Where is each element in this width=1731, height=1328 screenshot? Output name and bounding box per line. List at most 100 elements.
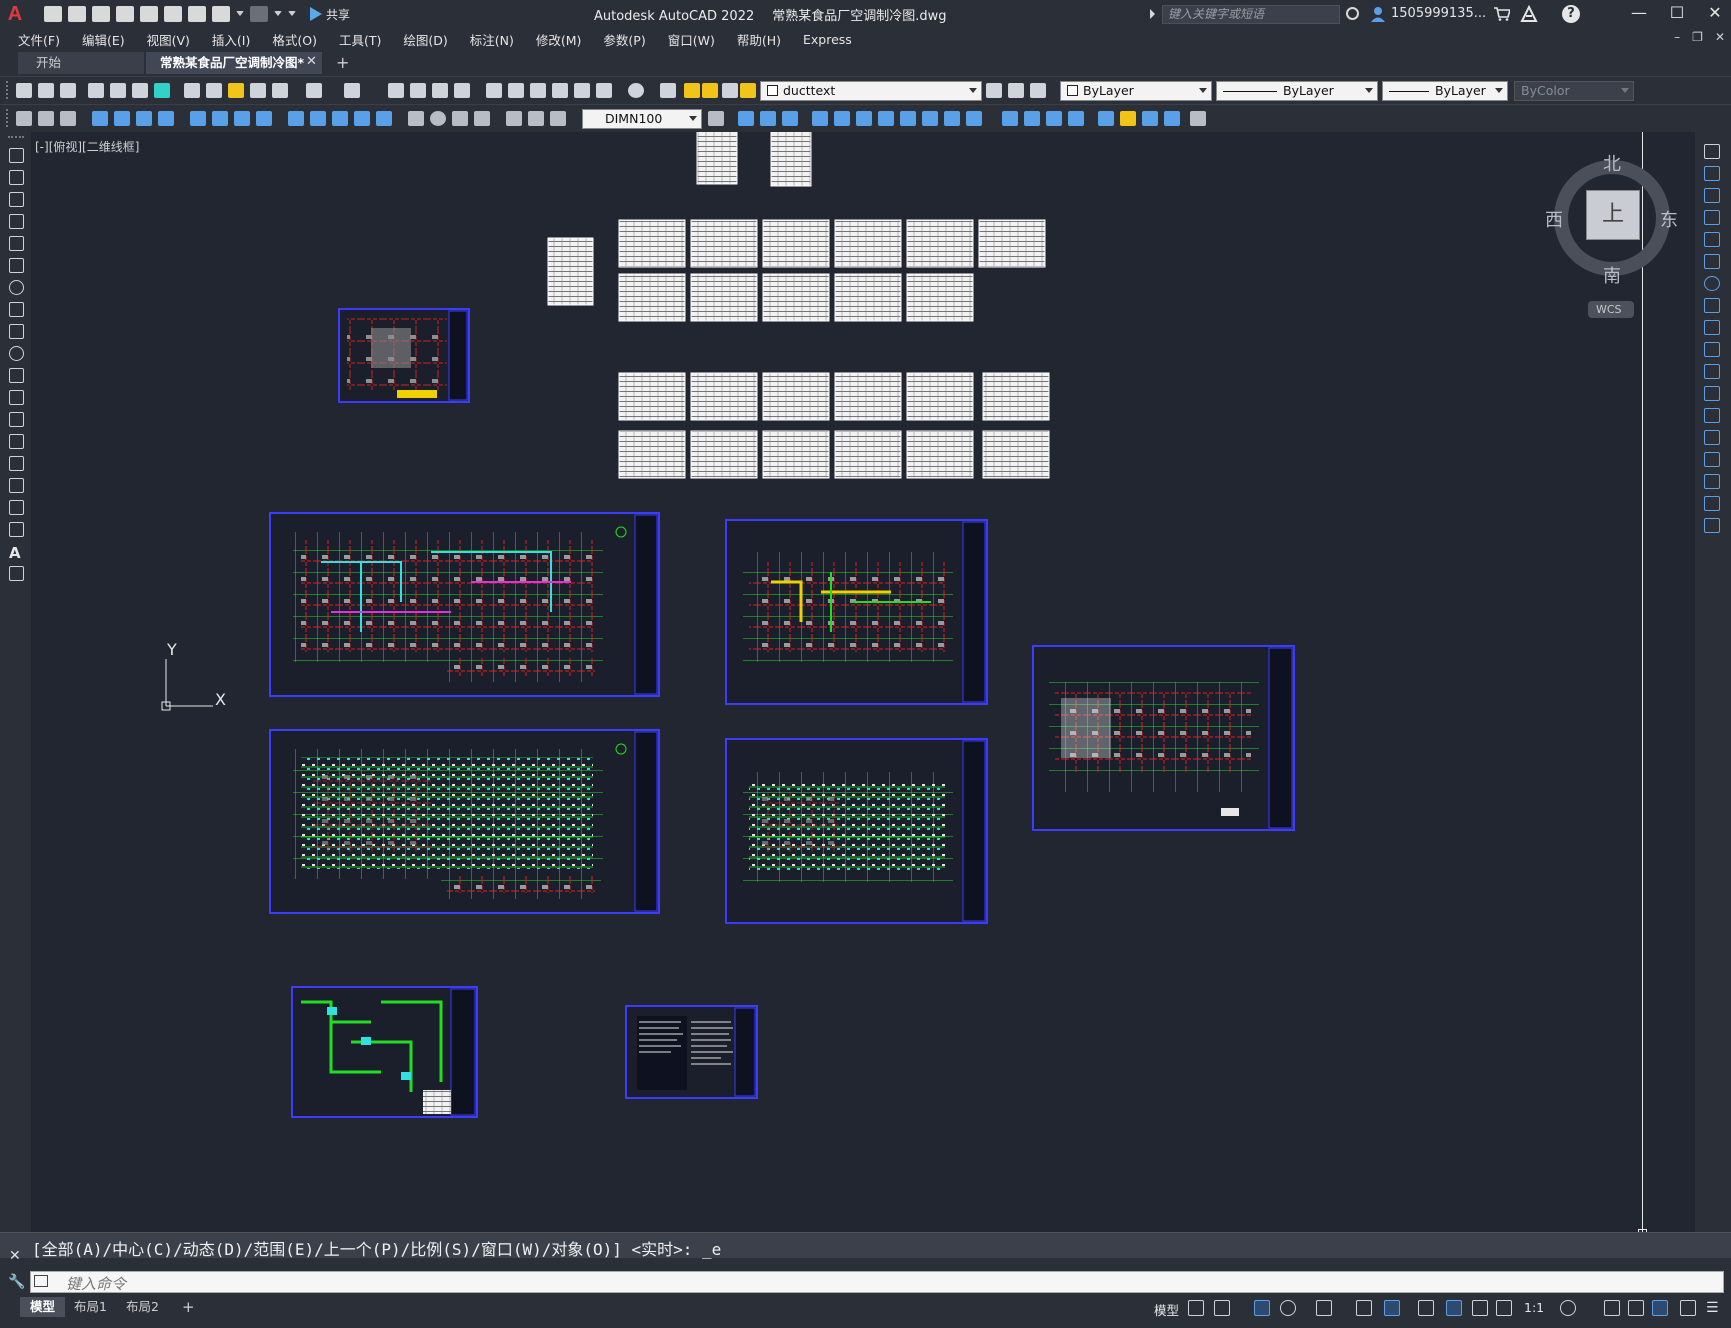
break-object-icon[interactable] [1704, 408, 1720, 423]
group-icon[interactable] [1098, 111, 1114, 126]
undo-icon[interactable] [212, 6, 230, 22]
design-center-icon[interactable] [508, 83, 524, 98]
menu-view[interactable]: 视图(V) [147, 30, 190, 49]
menu-file[interactable]: 文件(F) [18, 30, 60, 49]
join-object-icon[interactable] [1704, 430, 1720, 445]
menu-help[interactable]: 帮助(H) [737, 30, 781, 49]
ortho-icon[interactable] [1254, 1300, 1270, 1316]
help-icon[interactable] [628, 83, 644, 98]
layer-state-icon[interactable] [1030, 83, 1046, 98]
layer-on-icon[interactable] [684, 83, 700, 98]
polar-tracking-icon[interactable] [1280, 1300, 1296, 1316]
ordinate-dim-icon[interactable] [158, 111, 174, 126]
autodesk-app-icon[interactable] [1520, 5, 1538, 23]
dim-style-icon[interactable] [16, 111, 32, 126]
array-icon[interactable] [812, 111, 828, 126]
open-icon[interactable] [38, 83, 54, 98]
redo-dropdown-icon[interactable] [274, 11, 282, 17]
line-icon[interactable] [9, 148, 24, 163]
menu-modify[interactable]: 修改(M) [536, 30, 582, 49]
doc-close-button[interactable]: ✕ [1715, 30, 1725, 44]
linear-dim-icon[interactable] [92, 111, 108, 126]
dim-style-manager-icon[interactable] [708, 111, 724, 126]
undo-dropdown-icon[interactable] [236, 11, 244, 17]
publish-icon[interactable] [132, 83, 148, 98]
layout-tab-1[interactable]: 布局1 [64, 1297, 117, 1317]
grid-icon[interactable] [1188, 1300, 1204, 1316]
zoom-realtime-icon[interactable] [410, 83, 426, 98]
add-layout-button[interactable]: + [172, 1297, 205, 1317]
ellipse-arc-icon[interactable] [9, 368, 24, 383]
toolbar-grip[interactable] [8, 136, 24, 140]
insert-block-icon[interactable] [9, 390, 24, 405]
fillet-icon[interactable] [1046, 111, 1062, 126]
point-icon[interactable] [9, 434, 24, 449]
compass-south[interactable]: 南 [1603, 262, 1621, 288]
open-file-icon[interactable] [68, 6, 86, 22]
menu-draw[interactable]: 绘图(D) [403, 30, 447, 49]
join-icon[interactable] [1002, 111, 1018, 126]
customize-wrench-icon[interactable]: 🔧 [8, 1274, 25, 1290]
compass-north[interactable]: 北 [1603, 150, 1621, 176]
dim-text-edit-icon[interactable] [528, 111, 544, 126]
layout-tab-model[interactable]: 模型 [20, 1297, 66, 1317]
layer-thaw-icon[interactable] [702, 83, 718, 98]
annotation-scale-icon[interactable] [1496, 1300, 1512, 1316]
rotate-icon[interactable] [856, 111, 872, 126]
measure-icon[interactable] [1190, 111, 1206, 126]
help-search-input[interactable]: 键入关键字或短语 [1162, 5, 1340, 24]
new-icon[interactable] [16, 83, 32, 98]
menu-insert[interactable]: 插入(I) [212, 30, 250, 49]
chamfer-icon[interactable] [1024, 111, 1040, 126]
tab-start[interactable]: 开始 [18, 52, 144, 74]
plot-icon[interactable] [88, 83, 104, 98]
stretch-object-icon[interactable] [1704, 320, 1720, 335]
match-properties-icon[interactable] [250, 83, 266, 98]
copy-object-icon[interactable] [1704, 166, 1720, 181]
toolbar-grip[interactable] [6, 109, 10, 127]
viewcube[interactable]: 上 北 南 西 东 [1540, 150, 1680, 290]
layout-tab-2[interactable]: 布局2 [116, 1297, 169, 1317]
mirror-object-icon[interactable] [1704, 188, 1720, 203]
clean-screen-icon[interactable] [1680, 1300, 1696, 1316]
spline-icon[interactable] [9, 324, 24, 339]
pan-icon[interactable] [388, 83, 404, 98]
continue-dim-icon[interactable] [332, 111, 348, 126]
markup-icon[interactable] [574, 83, 590, 98]
drawing-canvas[interactable]: [-][俯视][二维线框] Y X [31, 132, 1695, 1232]
menu-window[interactable]: 窗口(W) [668, 30, 715, 49]
rectangle-icon[interactable] [9, 236, 24, 251]
gradient-icon[interactable] [9, 478, 24, 493]
color-combo[interactable]: ByLayer [1060, 81, 1212, 101]
qat-customize-icon[interactable] [288, 11, 296, 17]
arc-icon[interactable] [9, 258, 24, 273]
add-icon[interactable] [1604, 1300, 1620, 1316]
annotation-visibility-icon[interactable] [1446, 1300, 1462, 1316]
blend-curves-icon[interactable] [1704, 496, 1720, 511]
paste-icon[interactable] [228, 83, 244, 98]
diameter-dim-icon[interactable] [234, 111, 250, 126]
copy-modify-icon[interactable] [738, 111, 754, 126]
save-icon[interactable] [60, 83, 76, 98]
dim-edit-icon[interactable] [506, 111, 522, 126]
mirror-icon[interactable] [760, 111, 776, 126]
circle-icon[interactable] [9, 280, 24, 295]
help-icon[interactable]: ? [1562, 5, 1580, 23]
publish-icon[interactable] [164, 6, 182, 22]
autocad-logo-icon[interactable]: A [0, 0, 30, 28]
layer-properties-icon[interactable] [660, 83, 676, 98]
table-icon[interactable] [9, 522, 24, 537]
layer-combo[interactable]: ducttext [760, 81, 982, 101]
add-selected-icon[interactable] [9, 566, 24, 581]
radius-dim-icon[interactable] [190, 111, 206, 126]
auto-scale-icon[interactable] [1472, 1300, 1488, 1316]
close-button[interactable]: ✕ [1707, 4, 1723, 22]
ellipse-icon[interactable] [9, 346, 24, 361]
workspace-gear-icon[interactable] [1560, 1300, 1576, 1316]
dim-update-2-icon[interactable] [550, 111, 566, 126]
customization-menu-icon[interactable]: ☰ [1706, 1300, 1722, 1316]
stretch-icon[interactable] [900, 111, 916, 126]
undo-icon[interactable] [306, 83, 322, 98]
dim-update-icon[interactable] [38, 111, 54, 126]
zoom-previous-icon[interactable] [454, 83, 470, 98]
